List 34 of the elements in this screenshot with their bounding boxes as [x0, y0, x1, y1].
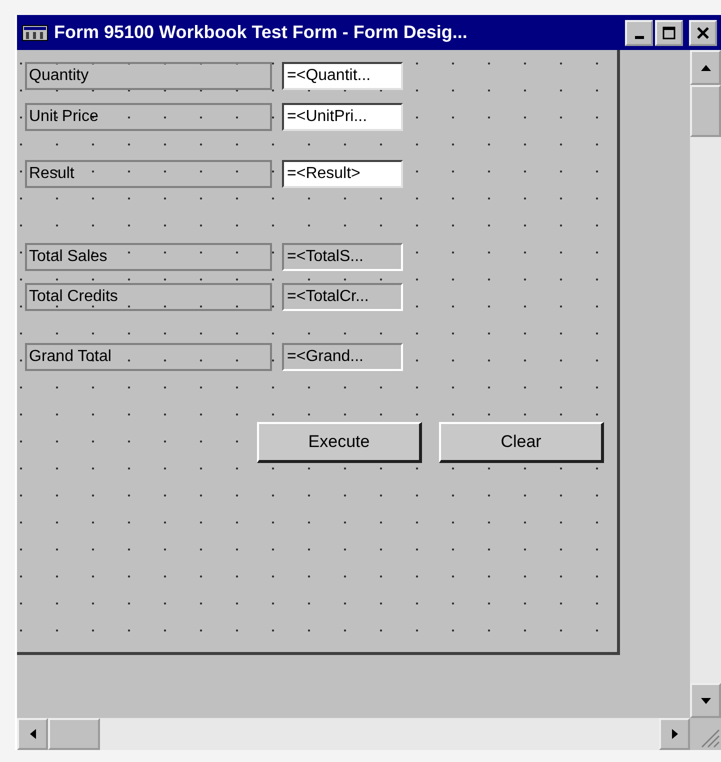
close-button[interactable]	[689, 20, 717, 46]
maximize-button[interactable]	[655, 20, 683, 46]
calculated-field[interactable]: =<Grand...	[282, 343, 403, 371]
scroll-thumb[interactable]	[690, 85, 721, 137]
input-field[interactable]: =<Result>	[282, 160, 403, 188]
calculated-field[interactable]: =<TotalS...	[282, 243, 403, 271]
clear-button[interactable]: Clear	[439, 422, 604, 463]
minimize-icon	[634, 36, 644, 39]
field-label[interactable]: Total Credits	[25, 283, 272, 311]
right-arrow-icon	[670, 728, 678, 740]
maximize-icon	[662, 26, 676, 40]
up-arrow-icon	[700, 64, 712, 72]
scroll-down-button[interactable]	[690, 683, 721, 718]
field-label[interactable]: Result	[25, 160, 272, 188]
close-icon	[696, 26, 710, 40]
field-label[interactable]: Total Sales	[25, 243, 272, 271]
field-label[interactable]: Quantity	[25, 62, 272, 90]
window-title: Form 95100 Workbook Test Form - Form Desig...	[54, 22, 468, 43]
horizontal-scrollbar[interactable]	[17, 718, 690, 750]
scroll-up-button[interactable]	[690, 50, 721, 85]
calculated-field[interactable]: =<TotalCr...	[282, 283, 403, 311]
vertical-scrollbar[interactable]	[690, 50, 721, 718]
field-label[interactable]: Unit Price	[25, 103, 272, 131]
scroll-left-button[interactable]	[17, 718, 48, 750]
scroll-thumb[interactable]	[48, 718, 100, 750]
field-label[interactable]: Grand Total	[25, 343, 272, 371]
input-field[interactable]: =<Quantit...	[282, 62, 403, 90]
execute-button[interactable]: Execute	[257, 422, 422, 463]
input-field[interactable]: =<UnitPri...	[282, 103, 403, 131]
scroll-right-button[interactable]	[659, 718, 690, 750]
left-arrow-icon	[28, 728, 36, 740]
down-arrow-icon	[700, 696, 712, 704]
form-icon	[22, 24, 48, 40]
minimize-button[interactable]	[625, 20, 653, 46]
